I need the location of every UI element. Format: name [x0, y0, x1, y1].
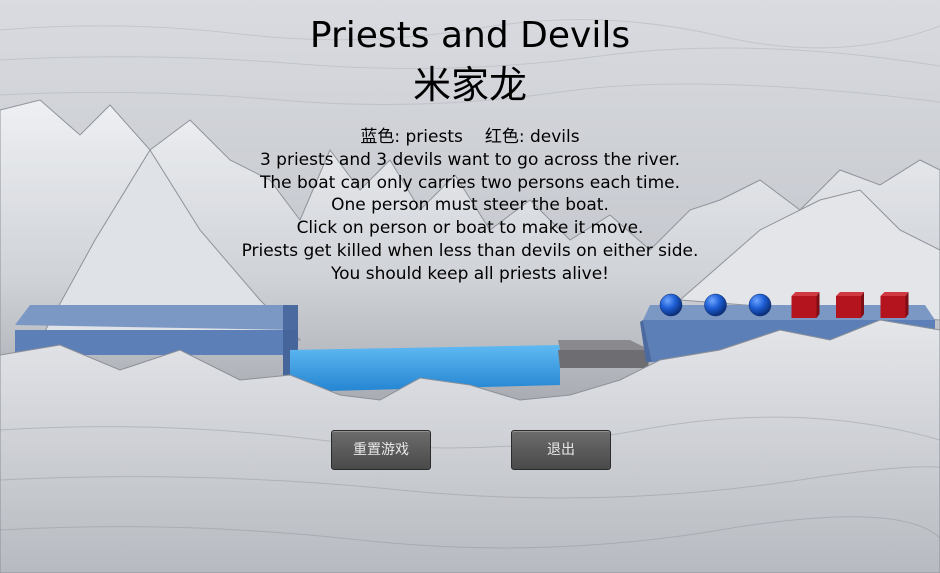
devil[interactable]: [791, 292, 820, 318]
priest[interactable]: [748, 293, 772, 317]
instructions-panel: 蓝色: priests 红色: devils 3 priests and 3 de…: [0, 126, 940, 286]
instruction-line: 3 priests and 3 devils want to go across…: [259, 149, 681, 170]
instruction-line: Priests get killed when less than devils…: [241, 240, 699, 261]
priest[interactable]: [659, 293, 683, 317]
devil[interactable]: [880, 292, 909, 318]
color-legend: 蓝色: priests 红色: devils: [0, 126, 940, 149]
instruction-line: The boat can only carries two persons ea…: [259, 172, 680, 193]
quit-button[interactable]: 退出: [511, 430, 611, 470]
legend-priests: 蓝色: priests: [360, 127, 463, 147]
boat[interactable]: [558, 340, 650, 368]
devil[interactable]: [836, 292, 864, 318]
instruction-line: You should keep all priests alive!: [331, 263, 609, 284]
instruction-line: Click on person or boat to make it move.: [296, 218, 644, 239]
priest[interactable]: [704, 293, 727, 317]
author-name: 米家龙: [412, 63, 527, 107]
legend-devils: 红色: devils: [484, 127, 580, 147]
instruction-line: One person must steer the boat.: [331, 195, 609, 216]
game-title: Priests and Devils: [309, 15, 631, 56]
reset-game-button[interactable]: 重置游戏: [331, 430, 431, 470]
